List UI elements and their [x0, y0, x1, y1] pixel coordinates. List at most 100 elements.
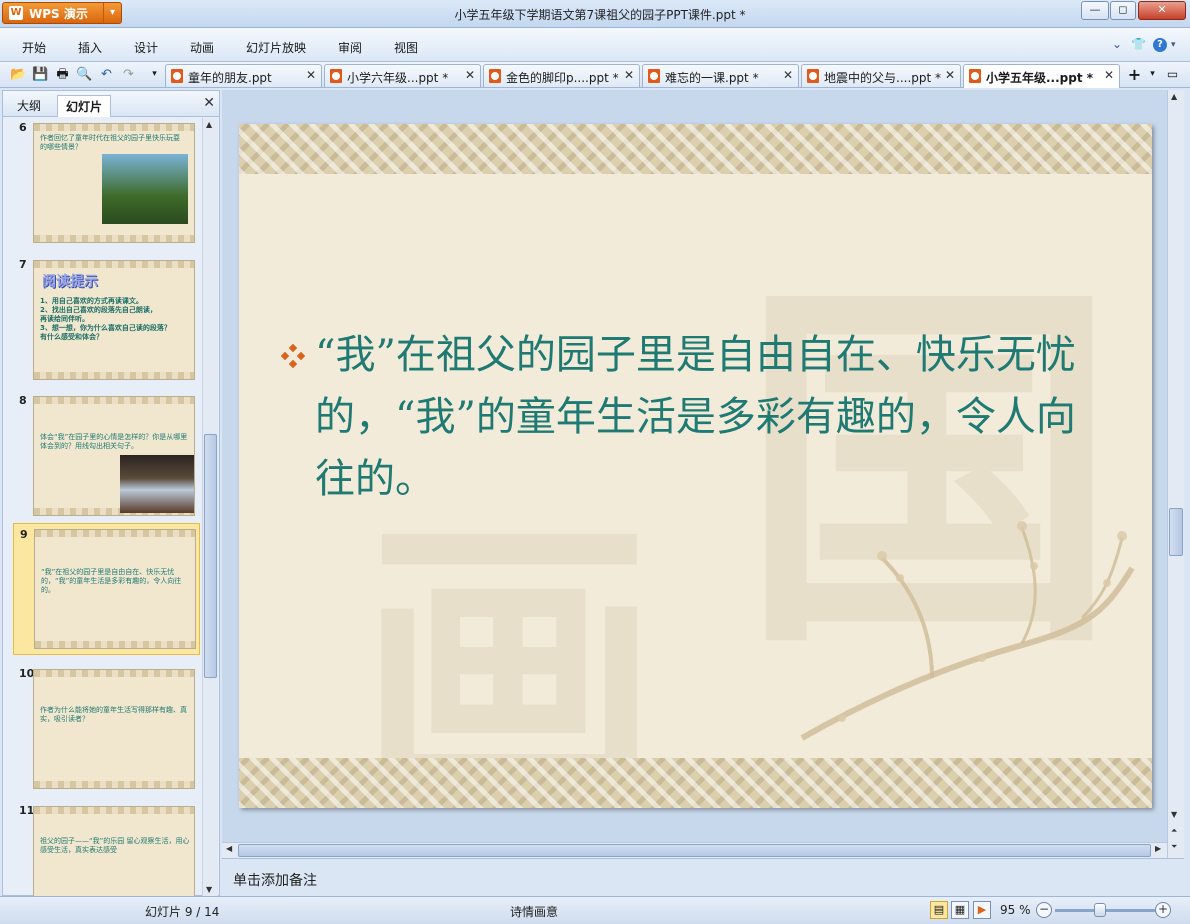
close-tab-icon[interactable]: ✕ — [306, 68, 316, 82]
slide-sorter-icon[interactable]: ▦ — [951, 901, 969, 919]
open-folder-icon[interactable]: 📂 — [10, 66, 27, 83]
menu-insert[interactable]: 插入 — [78, 39, 102, 56]
bottom-border-pattern — [239, 758, 1152, 808]
current-slide[interactable]: 国 画 “我”在祖父的园子里是自由自在、快乐无忧的，“我”的童年生活是多彩有趣的… — [239, 124, 1152, 808]
menu-animation[interactable]: 动画 — [190, 39, 214, 56]
close-tab-icon[interactable]: ✕ — [783, 68, 793, 82]
slide-vertical-scrollbar[interactable]: ▲ ▼ ⏶ ⏷ — [1167, 90, 1184, 858]
tab-slides[interactable]: 幻灯片 — [57, 95, 112, 117]
scroll-thumb[interactable] — [204, 434, 217, 678]
customize-toolbar-icon[interactable]: ▾ — [146, 66, 163, 83]
slide-thumbnail-9[interactable]: 9 “我”在祖父的园子里是自由自在、快乐无忧的，“我”的童年生活是多彩有趣的，令… — [13, 523, 200, 655]
wps-app-button[interactable]: W WPS 演示 ▾ — [2, 2, 122, 24]
close-tab-icon[interactable]: ✕ — [465, 68, 475, 82]
tab-label: 难忘的一课.ppt * — [665, 71, 759, 85]
slideshow-icon[interactable]: ▶ — [973, 901, 991, 919]
scroll-down-icon[interactable]: ▼ — [1171, 810, 1177, 819]
shirt-skin-icon[interactable]: 👕 — [1131, 37, 1146, 51]
thumb-text: 祖父的园子——“我”的乐园 留心观察生活，用心感受生活，真实表达感受 — [40, 837, 190, 854]
diamond-bullet-icon — [281, 344, 305, 368]
thumb-number: 9 — [20, 528, 28, 541]
menu-slideshow[interactable]: 幻灯片放映 — [246, 39, 306, 56]
collapse-ribbon-icon[interactable]: ⌄ — [1112, 37, 1122, 51]
slide-editor: 国 画 “我”在祖父的园子里是自由自在、快乐无忧的，“我”的童年生活是多彩有趣的… — [222, 90, 1167, 842]
doc-tab-1[interactable]: 童年的朋友.ppt ✕ — [165, 64, 322, 87]
tab-label: 金色的脚印p....ppt * — [506, 71, 619, 85]
thumb-text: 再读给同伴听。 — [40, 315, 89, 323]
notes-placeholder[interactable]: 单击添加备注 — [233, 870, 317, 890]
thumb-text: 3、想一想，你为什么喜欢自己读的段落？ — [40, 324, 171, 332]
slide-thumbnail-10[interactable]: 10 作者为什么能将她的童年生活写得那样有趣、真实，吸引读者？ — [13, 663, 199, 791]
menu-design[interactable]: 设计 — [134, 39, 158, 56]
slide-thumbnail-6[interactable]: 6 作者回忆了童年时代在祖父的园子里快乐玩耍的哪些情景？ — [13, 118, 199, 245]
scroll-left-icon[interactable]: ◀ — [226, 844, 232, 853]
menu-view[interactable]: 视图 — [394, 39, 418, 56]
slide-counter: 幻灯片 9 / 14 — [145, 905, 220, 919]
next-slide-icon[interactable]: ⏷ — [1171, 842, 1177, 852]
thumb-preview: 祖父的园子——“我”的乐园 留心观察生活，用心感受生活，真实表达感受 — [33, 806, 195, 896]
zoom-slider-knob[interactable] — [1094, 903, 1106, 917]
scroll-thumb[interactable] — [238, 844, 1151, 857]
close-button[interactable]: ✕ — [1138, 1, 1186, 20]
tab-list-icon[interactable]: ▾ — [1144, 66, 1161, 83]
close-tab-icon[interactable]: ✕ — [624, 68, 634, 82]
previous-slide-icon[interactable]: ⏶ — [1171, 826, 1177, 836]
zoom-in-icon[interactable]: + — [1155, 902, 1171, 918]
doc-tab-3[interactable]: 金色的脚印p....ppt * ✕ — [483, 64, 640, 87]
scroll-up-icon[interactable]: ▲ — [206, 120, 212, 129]
help-dropdown-icon[interactable]: ▾ — [1171, 40, 1176, 50]
thumb-number: 6 — [19, 121, 27, 134]
zoom-out-icon[interactable]: − — [1036, 902, 1052, 918]
doc-tab-4[interactable]: 难忘的一课.ppt * ✕ — [642, 64, 799, 87]
print-icon[interactable]: 🖶 — [54, 66, 71, 83]
slide-thumbnail-8[interactable]: 8 体会“我”在园子里的心情是怎样的？你是从哪里体会到的？用线勾出相关句子。 — [13, 390, 199, 518]
app-button-label: WPS 演示 — [29, 6, 88, 21]
tab-outline[interactable]: 大纲 — [9, 95, 49, 117]
undo-icon[interactable]: ↶ — [98, 66, 115, 83]
slide-body-text[interactable]: “我”在祖父的园子里是自由自在、快乐无忧的，“我”的童年生活是多彩有趣的，令人向… — [315, 324, 1115, 510]
doc-tab-5[interactable]: 地震中的父与....ppt * ✕ — [801, 64, 961, 87]
thumbnail-scrollbar[interactable]: ▲ ▼ — [202, 118, 218, 896]
thumbnail-list: 6 作者回忆了童年时代在祖父的园子里快乐玩耍的哪些情景？ 7 阅读提示 1、用自… — [3, 118, 201, 896]
theme-name: 诗情画意 — [510, 905, 559, 919]
slide-thumbnail-7[interactable]: 7 阅读提示 1、用自己喜欢的方式再读课文。 2、找出自己喜欢的段落先自己朗读，… — [13, 254, 199, 382]
redo-icon[interactable]: ↷ — [120, 66, 137, 83]
slide-thumbnail-11[interactable]: 11 祖父的园子——“我”的乐园 留心观察生活，用心感受生活，真实表达感受 — [13, 800, 199, 896]
wps-logo-icon: W — [9, 6, 23, 20]
thumb-preview: 阅读提示 1、用自己喜欢的方式再读课文。 2、找出自己喜欢的段落先自己朗读， 再… — [33, 260, 195, 380]
window-title: 小学五年级下学期语文第7课祖父的园子PPT课件.ppt * — [454, 8, 746, 22]
close-tab-icon[interactable]: ✕ — [1104, 68, 1114, 82]
close-panel-icon[interactable]: ✕ — [203, 95, 215, 111]
close-tab-icon[interactable]: ✕ — [945, 68, 955, 82]
doc-tab-active[interactable]: 小学五年级...ppt * ✕ — [963, 64, 1120, 88]
print-preview-icon[interactable]: 🔍 — [76, 66, 93, 83]
new-tab-icon[interactable]: + — [1126, 66, 1143, 83]
menu-home[interactable]: 开始 — [22, 39, 46, 56]
tab-label: 童年的朋友.ppt — [188, 71, 272, 85]
save-icon[interactable]: 💾 — [32, 66, 49, 83]
thumb-text: 作者为什么能将她的童年生活写得那样有趣、真实，吸引读者？ — [40, 706, 187, 723]
help-icon[interactable]: ? — [1153, 38, 1167, 52]
thumb-text: 有什么感受和体会？ — [40, 333, 103, 341]
notes-pane[interactable]: 单击添加备注 — [222, 858, 1184, 896]
normal-view-icon[interactable]: ▤ — [930, 901, 948, 919]
chevron-down-icon[interactable]: ▾ — [103, 3, 121, 23]
tab-label: 小学六年级...ppt * — [347, 71, 449, 85]
doc-tab-2[interactable]: 小学六年级...ppt * ✕ — [324, 64, 481, 87]
scroll-thumb[interactable] — [1169, 508, 1183, 556]
quick-access-toolbar: 📂 💾 🖶 🔍 ↶ ↷ ▾ 童年的朋友.ppt ✕ 小学六年级...ppt * … — [0, 62, 1190, 88]
minimize-button[interactable]: — — [1081, 1, 1109, 20]
scroll-right-icon[interactable]: ▶ — [1155, 844, 1161, 853]
top-border-pattern — [239, 124, 1152, 174]
maximize-button[interactable]: ◻ — [1110, 1, 1136, 20]
scroll-up-icon[interactable]: ▲ — [1171, 92, 1177, 101]
scroll-down-icon[interactable]: ▼ — [206, 885, 212, 894]
thumb-preview: 作者为什么能将她的童年生活写得那样有趣、真实，吸引读者？ — [33, 669, 195, 789]
menu-review[interactable]: 审阅 — [338, 39, 362, 56]
cottage-photo — [102, 154, 188, 224]
slides-panel: 大纲 幻灯片 ✕ 6 作者回忆了童年时代在祖父的园子里快乐玩耍的哪些情景？ 7 … — [2, 90, 220, 896]
title-bar: W WPS 演示 ▾ 小学五年级下学期语文第7课祖父的园子PPT课件.ppt *… — [0, 0, 1190, 28]
slide-horizontal-scrollbar[interactable]: ◀ ▶ — [222, 842, 1167, 858]
window-layout-icon[interactable]: ▭ — [1164, 66, 1181, 83]
panel-tabs: 大纲 幻灯片 ✕ — [3, 91, 219, 117]
